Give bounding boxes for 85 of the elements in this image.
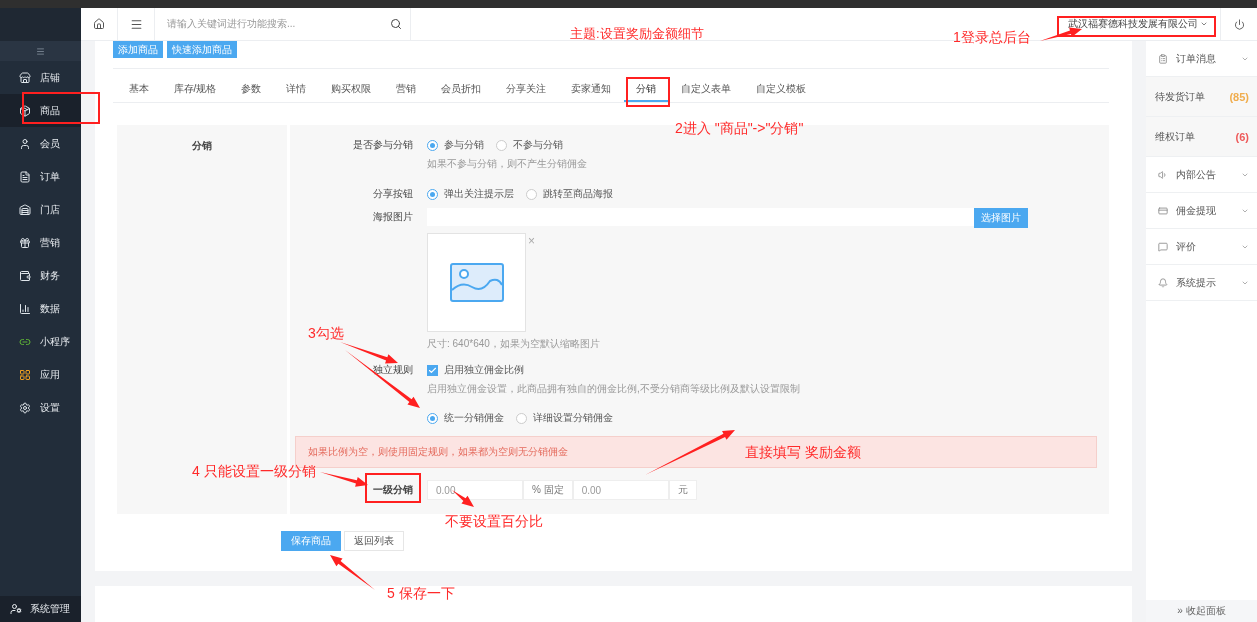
field-label: 一级分销: [373, 483, 413, 497]
card-icon: [1158, 205, 1168, 216]
annotation-note: 直接填写 奖励金额: [745, 444, 861, 460]
account-dropdown[interactable]: 武汉福赛德科技发展有限公司: [1068, 17, 1208, 31]
sidebar-item[interactable]: 会员: [0, 127, 81, 160]
radio-option[interactable]: 弹出关注提示层: [427, 187, 514, 201]
panel-item[interactable]: 待发货订单 (85): [1146, 77, 1257, 117]
collapse-icon[interactable]: [36, 46, 45, 56]
sidebar-item[interactable]: 应用: [0, 358, 81, 391]
bell-icon: [1158, 277, 1168, 288]
search-icon: [390, 18, 402, 30]
sidebar-item[interactable]: 订单: [0, 160, 81, 193]
sidebar-item[interactable]: 数据: [0, 292, 81, 325]
annotation-note: 2进入 "商品"->"分销": [675, 120, 804, 136]
clipboard-icon: [1158, 53, 1168, 64]
user-icon: [10, 603, 22, 615]
document-icon: [19, 170, 31, 183]
radio-option[interactable]: 详细设置分销佣金: [516, 411, 613, 425]
annotation-note: 3勾选: [308, 325, 344, 341]
message-icon: [1158, 241, 1168, 252]
field-label: 分享按钮: [372, 187, 414, 201]
tab[interactable]: 自定义表单: [668, 78, 744, 102]
sidebar-item[interactable]: 小程序: [0, 325, 81, 358]
sidebar-item[interactable]: 门店: [0, 193, 81, 226]
poster-input[interactable]: [427, 208, 974, 226]
sidebar-item[interactable]: 设置: [0, 391, 81, 424]
radio-option[interactable]: 统一分销佣金: [427, 411, 504, 425]
checkbox-option[interactable]: 启用独立佣金比例: [427, 361, 1097, 379]
help-text: 如果不参与分销，则不产生分销佣金: [427, 157, 588, 171]
sidebar-item[interactable]: 店铺: [0, 61, 81, 94]
field-label: 是否参与分销: [352, 138, 414, 152]
annotation-note: 不要设置百分比: [445, 513, 543, 529]
grid-icon: [19, 368, 31, 381]
input-addon: % 固定: [523, 480, 573, 500]
sidebar-item[interactable]: 商品: [0, 94, 81, 127]
tab[interactable]: 自定义模板: [743, 78, 819, 102]
annotation-note: 1登录总后台: [953, 29, 1031, 45]
collapse-panel-link[interactable]: » 收起面板: [1146, 600, 1257, 622]
bar-chart-icon: [19, 302, 31, 315]
amount-input[interactable]: 0.00: [572, 480, 669, 500]
caret-icon: [1200, 20, 1208, 28]
percent-input[interactable]: 0.00: [427, 480, 523, 500]
warehouse-icon: [19, 203, 31, 216]
sidebar-item[interactable]: 营销: [0, 226, 81, 259]
tab[interactable]: 库存/规格: [161, 78, 229, 102]
radio-option[interactable]: 参与分销: [427, 138, 484, 152]
field-label: 独立规则: [372, 363, 414, 377]
power-icon: [1233, 18, 1245, 30]
back-button[interactable]: 返回列表: [344, 531, 404, 551]
arrow: [1040, 27, 1082, 41]
menu-icon: [129, 17, 143, 31]
annotation-note: 4 只能设置一级分销: [192, 463, 316, 479]
tab[interactable]: 营销: [383, 78, 429, 102]
home-icon: [93, 18, 105, 30]
package-icon: [19, 104, 31, 117]
section-title: 分销: [192, 139, 212, 153]
image-placeholder-icon: [449, 263, 504, 302]
tab[interactable]: 详情: [273, 78, 319, 102]
tab[interactable]: 分销: [623, 78, 669, 102]
tab[interactable]: 购买权限: [318, 78, 384, 102]
wallet-icon: [19, 269, 31, 282]
tab[interactable]: 分享关注: [493, 78, 559, 102]
radio-option[interactable]: 跳转至商品海报: [526, 187, 613, 201]
annotation-note: 主题:设置奖励金额细节: [570, 26, 704, 42]
user-icon: [19, 137, 31, 150]
tab[interactable]: 基本: [116, 78, 161, 102]
store-icon: [19, 71, 31, 84]
radio-option[interactable]: 不参与分销: [496, 138, 563, 152]
tab[interactable]: 会员折扣: [428, 78, 494, 102]
field-label: 海报图片: [372, 210, 414, 224]
help-text: 启用独立佣金设置，此商品拥有独自的佣金比例,不受分销商等级比例及默认设置限制: [427, 382, 801, 396]
panel-item[interactable]: 维权订单 (6): [1146, 117, 1257, 157]
check-icon: [428, 365, 437, 375]
system-admin-link[interactable]: 系统管理: [0, 596, 81, 622]
tab[interactable]: 参数: [228, 78, 274, 102]
tab[interactable]: 卖家通知: [558, 78, 624, 102]
sidebar-item[interactable]: 财务: [0, 259, 81, 292]
speaker-icon: [1158, 169, 1168, 180]
annotation-note: 5 保存一下: [387, 585, 455, 601]
input-addon: 元: [668, 480, 697, 500]
highlight-frame: [365, 473, 421, 503]
highlight-frame: [626, 77, 670, 107]
gift-icon: [19, 236, 31, 249]
help-text: 尺寸: 640*640，如果为空默认缩略图片: [427, 337, 601, 351]
settings-icon: [19, 401, 31, 414]
